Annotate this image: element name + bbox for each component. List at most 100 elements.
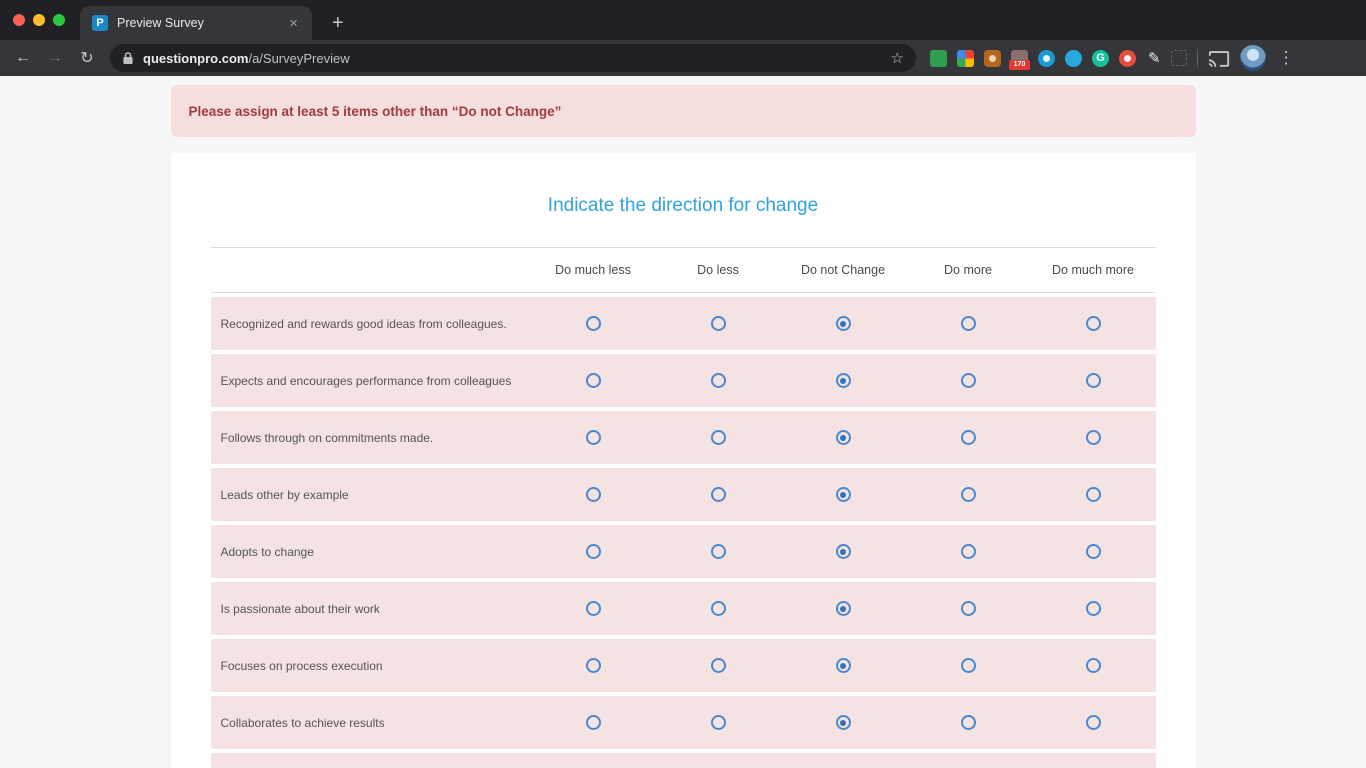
back-icon[interactable]: ← bbox=[8, 49, 38, 67]
radio-cell bbox=[906, 601, 1031, 616]
matrix-header: Do much lessDo lessDo not ChangeDo moreD… bbox=[211, 247, 1156, 293]
radio-option[interactable] bbox=[711, 601, 726, 616]
radio-cell bbox=[906, 373, 1031, 388]
radio-option[interactable] bbox=[586, 316, 601, 331]
radio-cell bbox=[781, 316, 906, 331]
profile-avatar[interactable] bbox=[1240, 45, 1266, 71]
radio-cell bbox=[656, 316, 781, 331]
tree-extension-icon[interactable] bbox=[930, 50, 947, 67]
radio-cell bbox=[781, 487, 906, 502]
radio-option[interactable] bbox=[586, 715, 601, 730]
radio-option[interactable] bbox=[961, 715, 976, 730]
column-header: Do not Change bbox=[781, 263, 906, 277]
reload-icon[interactable]: ↻ bbox=[72, 48, 102, 68]
radio-option[interactable] bbox=[1086, 658, 1101, 673]
row-label: Follows through on commitments made. bbox=[211, 431, 531, 445]
radio-option[interactable] bbox=[961, 658, 976, 673]
color-grid-extension-icon[interactable] bbox=[957, 50, 974, 67]
adblock-extension-icon[interactable]: 170 bbox=[1011, 50, 1028, 67]
radio-selected[interactable] bbox=[836, 430, 851, 445]
radio-selected[interactable] bbox=[836, 601, 851, 616]
url-domain: questionpro.com bbox=[143, 51, 248, 66]
radio-option[interactable] bbox=[1086, 715, 1101, 730]
tab-close-icon[interactable]: × bbox=[287, 14, 300, 33]
alert-message: Please assign at least 5 items other tha… bbox=[189, 104, 562, 119]
matrix-row: Leads other by example bbox=[211, 468, 1156, 521]
radio-option[interactable] bbox=[1086, 316, 1101, 331]
close-window-button[interactable] bbox=[13, 14, 25, 26]
radio-option[interactable] bbox=[961, 316, 976, 331]
radio-option[interactable] bbox=[711, 544, 726, 559]
column-header: Do much less bbox=[531, 263, 656, 277]
radio-option[interactable] bbox=[961, 487, 976, 502]
radio-cell bbox=[781, 544, 906, 559]
radio-option[interactable] bbox=[711, 658, 726, 673]
radio-selected[interactable] bbox=[836, 487, 851, 502]
radio-option[interactable] bbox=[586, 430, 601, 445]
survey-card: Indicate the direction for change Do muc… bbox=[171, 153, 1196, 768]
new-tab-button[interactable]: + bbox=[332, 13, 344, 33]
radio-selected[interactable] bbox=[836, 715, 851, 730]
tab-title: Preview Survey bbox=[117, 16, 278, 30]
radio-cell bbox=[1031, 544, 1156, 559]
matrix-row: Demonstrates attention to detail bbox=[211, 753, 1156, 768]
browser-tab[interactable]: P Preview Survey × bbox=[80, 6, 312, 40]
matrix-row: Adopts to change bbox=[211, 525, 1156, 578]
radio-option[interactable] bbox=[1086, 601, 1101, 616]
red-circle-extension-icon[interactable] bbox=[1119, 50, 1136, 67]
radio-cell bbox=[656, 544, 781, 559]
column-header: Do more bbox=[906, 263, 1031, 277]
radio-option[interactable] bbox=[1086, 430, 1101, 445]
fullscreen-window-button[interactable] bbox=[53, 14, 65, 26]
radio-cell bbox=[781, 373, 906, 388]
radio-cell bbox=[781, 430, 906, 445]
radio-selected[interactable] bbox=[836, 544, 851, 559]
radio-option[interactable] bbox=[711, 715, 726, 730]
address-bar[interactable]: questionpro.com/a/SurveyPreview ☆ bbox=[110, 44, 916, 72]
radio-option[interactable] bbox=[961, 601, 976, 616]
matrix-row: Recognized and rewards good ideas from c… bbox=[211, 297, 1156, 350]
radio-option[interactable] bbox=[711, 373, 726, 388]
radio-cell bbox=[656, 715, 781, 730]
radio-selected[interactable] bbox=[836, 373, 851, 388]
radio-option[interactable] bbox=[1086, 544, 1101, 559]
radio-cell bbox=[906, 544, 1031, 559]
row-label: Focuses on process execution bbox=[211, 659, 531, 673]
pencil-icon[interactable]: ✎ bbox=[1148, 49, 1161, 67]
radio-option[interactable] bbox=[586, 544, 601, 559]
radio-option[interactable] bbox=[586, 487, 601, 502]
radio-option[interactable] bbox=[961, 544, 976, 559]
bookmark-star-icon[interactable]: ☆ bbox=[891, 49, 904, 67]
radio-cell bbox=[1031, 487, 1156, 502]
browser-toolbar: ← → ↻ questionpro.com/a/SurveyPreview ☆ … bbox=[0, 40, 1366, 76]
radio-option[interactable] bbox=[961, 430, 976, 445]
cast-icon[interactable] bbox=[1208, 50, 1230, 67]
minimize-window-button[interactable] bbox=[33, 14, 45, 26]
lightblue-circle-extension-icon[interactable] bbox=[1065, 50, 1082, 67]
radio-option[interactable] bbox=[1086, 487, 1101, 502]
radio-option[interactable] bbox=[586, 373, 601, 388]
blue-circle-extension-icon[interactable] bbox=[1038, 50, 1055, 67]
radio-cell bbox=[531, 658, 656, 673]
radio-cell bbox=[906, 430, 1031, 445]
radio-option[interactable] bbox=[711, 487, 726, 502]
radio-option[interactable] bbox=[586, 658, 601, 673]
forward-icon[interactable]: → bbox=[40, 49, 70, 67]
row-label: Adopts to change bbox=[211, 545, 531, 559]
radio-option[interactable] bbox=[586, 601, 601, 616]
radio-option[interactable] bbox=[961, 373, 976, 388]
row-label: Expects and encourages performance from … bbox=[211, 374, 531, 388]
grammarly-extension-icon[interactable]: G bbox=[1092, 50, 1109, 67]
radio-option[interactable] bbox=[1086, 373, 1101, 388]
radio-cell bbox=[656, 373, 781, 388]
radio-selected[interactable] bbox=[836, 316, 851, 331]
radio-selected[interactable] bbox=[836, 658, 851, 673]
radio-option[interactable] bbox=[711, 316, 726, 331]
browser-menu-icon[interactable]: ⋮ bbox=[1278, 48, 1296, 68]
camera-extension-icon[interactable] bbox=[984, 50, 1001, 67]
radio-option[interactable] bbox=[711, 430, 726, 445]
toolbar-divider bbox=[1197, 49, 1198, 67]
radio-cell bbox=[781, 715, 906, 730]
inactive-extension-icon[interactable] bbox=[1171, 50, 1187, 66]
radio-cell bbox=[1031, 658, 1156, 673]
